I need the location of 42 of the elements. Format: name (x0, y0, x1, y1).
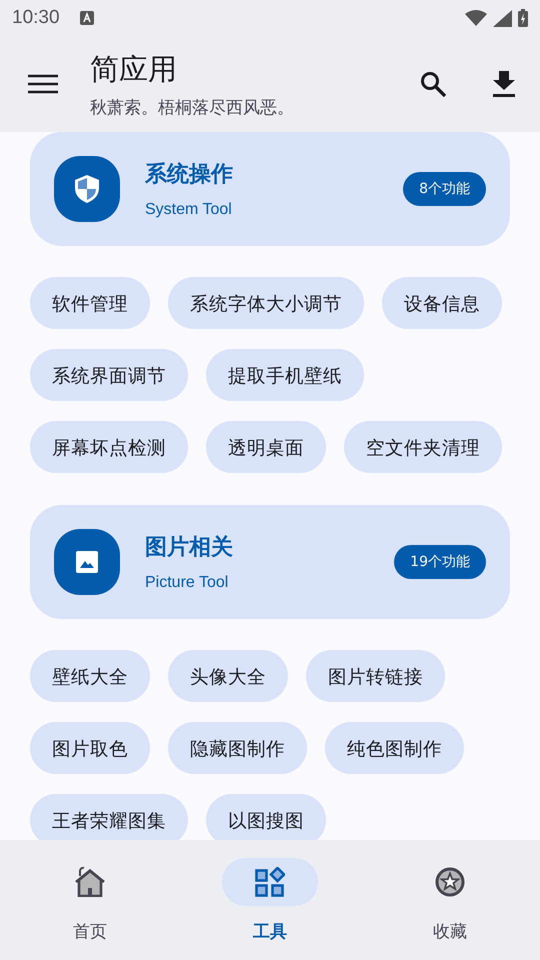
feature-count-badge: 19个功能 (394, 545, 486, 579)
tool-chip[interactable]: 图片转链接 (306, 650, 445, 702)
tool-chip[interactable]: 透明桌面 (206, 421, 326, 473)
wifi-icon (465, 10, 487, 26)
tool-chip[interactable]: 以图搜图 (206, 794, 326, 840)
tool-chip[interactable]: 系统字体大小调节 (168, 277, 364, 329)
grid-icon (255, 867, 285, 897)
tool-chip[interactable]: 屏幕坏点检测 (30, 421, 188, 473)
category-card[interactable]: 图片相关 Picture Tool 19个功能 (30, 505, 510, 619)
app-title: 简应用 (90, 50, 178, 88)
nav-tab[interactable]: 收藏 (390, 858, 510, 946)
tool-chip[interactable]: 头像大全 (168, 650, 288, 702)
category-subtitle: System Tool (145, 201, 233, 219)
tool-chip[interactable]: 图片取色 (30, 722, 150, 774)
tool-chip[interactable]: 纯色图制作 (325, 722, 464, 774)
nav-tab[interactable]: 工具 (210, 858, 330, 946)
image-icon (76, 551, 98, 573)
download-icon[interactable] (492, 71, 516, 97)
nav-tab[interactable]: 首页 (30, 858, 150, 946)
signal-icon (493, 10, 512, 26)
tool-chip[interactable]: 系统界面调节 (30, 349, 188, 401)
menu-icon[interactable] (28, 74, 58, 94)
tool-chip[interactable]: 提取手机壁纸 (206, 349, 364, 401)
tool-chip[interactable]: 隐藏图制作 (168, 722, 307, 774)
tool-chip[interactable]: 壁纸大全 (30, 650, 150, 702)
category-title: 系统操作 (145, 161, 234, 189)
house-icon (74, 867, 106, 897)
tool-chip[interactable]: 王者荣耀图集 (30, 794, 188, 840)
category-card[interactable]: 系统操作 System Tool 8个功能 (30, 132, 510, 246)
feature-count-badge: 8个功能 (403, 172, 486, 206)
category-subtitle: Picture Tool (145, 574, 230, 592)
shield-icon (75, 175, 99, 203)
tool-chip[interactable]: 设备信息 (382, 277, 502, 329)
keyboard-notification-icon (80, 11, 94, 25)
tool-chip[interactable]: 空文件夹清理 (344, 421, 502, 473)
search-icon[interactable] (420, 71, 446, 97)
category-title: 图片相关 (145, 534, 234, 562)
battery-icon (518, 9, 528, 27)
app-subtitle: 秋萧索。梧桐落尽西风恶。 (90, 96, 295, 118)
tool-chip[interactable]: 软件管理 (30, 277, 150, 329)
status-time: 10:30 (12, 7, 60, 29)
star-badge-icon (435, 867, 465, 897)
